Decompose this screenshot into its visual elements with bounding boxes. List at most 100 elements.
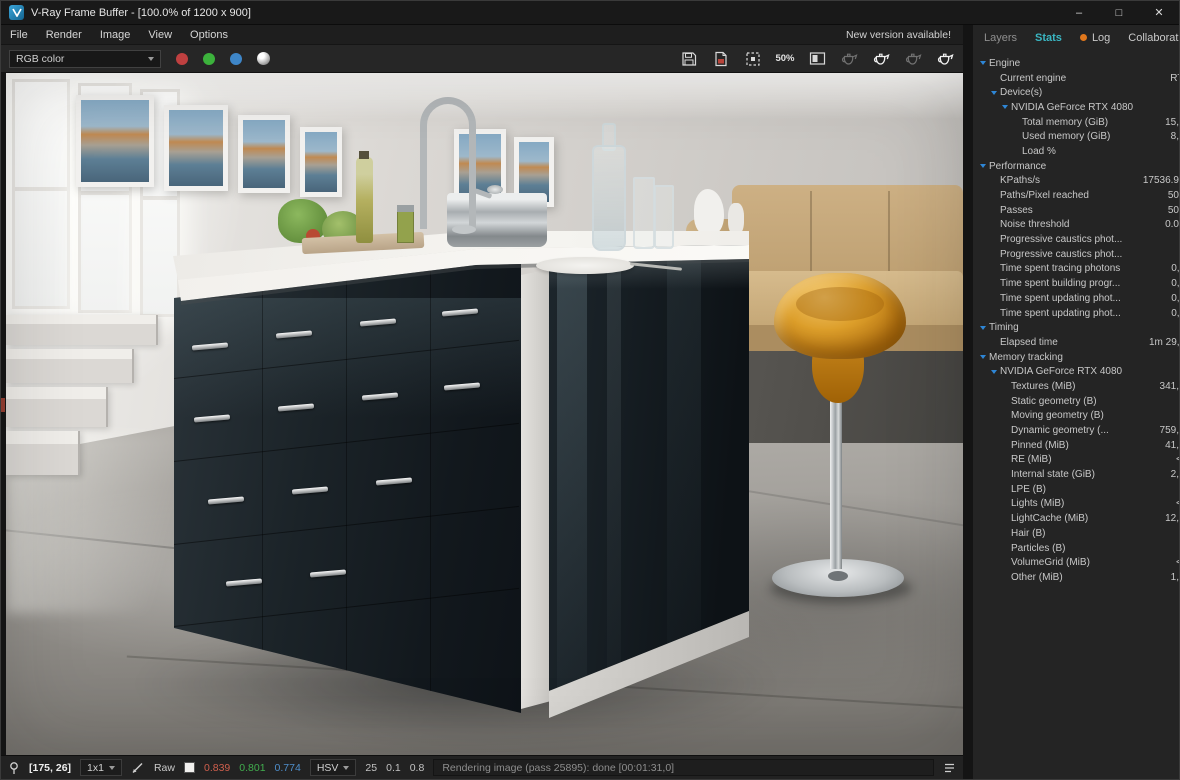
scene-drawer-seam xyxy=(346,258,347,713)
collapse-triangle-icon[interactable] xyxy=(991,369,997,374)
region-render-icon[interactable] xyxy=(743,50,763,68)
collapse-triangle-icon[interactable] xyxy=(980,355,986,360)
collapse-triangle-icon[interactable] xyxy=(980,164,986,169)
tab-log[interactable]: Log xyxy=(1071,25,1119,50)
minimize-button[interactable]: – xyxy=(1059,1,1099,24)
main-area: File Render Image View Options New versi… xyxy=(1,25,1179,779)
stats-row: Pinned (MiB) 41,25 xyxy=(973,438,1179,453)
pixel-coordinates: [175, 26] xyxy=(29,761,72,774)
maximize-button[interactable]: □ xyxy=(1099,1,1139,24)
scene-stair-step xyxy=(6,387,108,427)
stats-group-row[interactable]: Engine xyxy=(973,56,1179,71)
sampled-color-swatch xyxy=(183,762,195,773)
scene-stair-step xyxy=(6,349,134,383)
stats-label: Particles (B) xyxy=(1011,542,1066,554)
clear-image-teapot-icon[interactable] xyxy=(839,50,859,68)
alpha-channel-icon[interactable] xyxy=(257,52,270,65)
start-render-teapot-icon[interactable] xyxy=(935,50,955,68)
stats-label: Memory tracking xyxy=(989,351,1063,363)
render-viewport xyxy=(1,73,963,755)
statusbar: [175, 26] 1x1 Raw 0.839 0.801 0.774 HSV … xyxy=(1,755,963,779)
stats-label: Timing xyxy=(989,322,1019,334)
scene-picture-frame xyxy=(300,127,342,197)
pixel-scale-select[interactable]: 1x1 xyxy=(80,759,122,776)
menu-file[interactable]: File xyxy=(1,29,37,41)
stats-label: Load % xyxy=(1022,145,1056,157)
statusbar-options-icon[interactable] xyxy=(943,762,956,774)
stats-row: Dynamic geometry (... 759,74 xyxy=(973,423,1179,438)
scene-spice-jar xyxy=(397,211,414,243)
stats-value: 15,99 xyxy=(1165,116,1179,128)
collapse-triangle-icon[interactable] xyxy=(1002,105,1008,110)
stats-label: Progressive caustics phot... xyxy=(1000,248,1123,260)
stats-group-row[interactable]: NVIDIA GeForce RTX 4080 xyxy=(973,364,1179,379)
stats-value: 0,0s xyxy=(1171,278,1180,290)
rendered-image-kitchen-scene[interactable] xyxy=(6,73,963,755)
red-channel-icon[interactable] xyxy=(176,52,188,65)
scene-drawer-handle xyxy=(375,477,413,486)
tab-collaboration[interactable]: Collaboration xyxy=(1119,25,1179,50)
menu-view[interactable]: View xyxy=(139,29,181,41)
vray-logo-icon xyxy=(9,5,24,20)
stats-label: Engine xyxy=(989,57,1021,69)
channel-select[interactable]: RGB color xyxy=(9,49,161,68)
scene-cushion-seam xyxy=(888,191,890,275)
scene-window-mullion xyxy=(81,191,129,196)
interactive-render-teapot-icon[interactable] xyxy=(903,50,923,68)
pin-icon[interactable] xyxy=(8,761,20,775)
stats-row: Particles (B)0 xyxy=(973,541,1179,556)
stats-group-row[interactable]: NVIDIA GeForce RTX 4080 xyxy=(973,100,1179,115)
stats-label: Performance xyxy=(989,160,1047,172)
compare-images-icon[interactable] xyxy=(807,50,827,68)
stats-row: Static geometry (B)0 xyxy=(973,394,1179,409)
row-indent xyxy=(973,164,989,169)
color-sampler-icon[interactable] xyxy=(131,761,145,774)
scene-oil-bottle xyxy=(356,157,373,243)
scene-drawer-handle xyxy=(207,496,245,505)
vray-frame-buffer-window: V-Ray Frame Buffer - [100.0% of 1200 x 9… xyxy=(0,0,1180,780)
collapse-triangle-icon[interactable] xyxy=(991,90,997,95)
colorspace-select[interactable]: HSV xyxy=(309,759,357,776)
stats-row: Time spent updating phot... 0,0s xyxy=(973,306,1179,321)
blue-channel-icon[interactable] xyxy=(230,52,242,65)
new-version-notice[interactable]: New version available! xyxy=(846,29,963,41)
stats-label: Other (MiB) xyxy=(1011,571,1063,583)
stats-value: 2,16 xyxy=(1170,469,1179,481)
green-channel-icon[interactable] xyxy=(203,52,215,65)
render-progress-message: Rendering image (pass 25895): done [00:0… xyxy=(433,759,934,776)
stats-label: Time spent updating phot... xyxy=(1000,292,1121,304)
stats-group-row[interactable]: Memory tracking xyxy=(973,350,1179,365)
save-image-icon[interactable] xyxy=(679,50,699,68)
tab-stats[interactable]: Stats xyxy=(1026,25,1071,50)
stats-value: < 1 xyxy=(1176,557,1179,568)
stats-group-row[interactable]: Device(s) xyxy=(973,85,1179,100)
stats-label: Device(s) xyxy=(1000,87,1043,99)
stats-row: Internal state (GiB) 2,16 xyxy=(973,467,1179,482)
half-resolution-label: 50% xyxy=(775,53,795,64)
scene-picture-frame xyxy=(164,105,228,191)
stats-label: Used memory (GiB) xyxy=(1022,131,1111,143)
stats-value: 0.010 xyxy=(1165,219,1179,231)
stats-label: Current engine xyxy=(1000,72,1067,84)
menu-options[interactable]: Options xyxy=(181,29,237,41)
menu-render[interactable]: Render xyxy=(37,29,91,41)
window-title: V-Ray Frame Buffer - [100.0% of 1200 x 9… xyxy=(31,6,251,19)
stats-value: 0,0s xyxy=(1171,263,1180,275)
collapse-triangle-icon[interactable] xyxy=(980,61,986,66)
gutter-marker xyxy=(1,398,5,412)
render-last-teapot-icon[interactable] xyxy=(871,50,891,68)
stats-label: Moving geometry (B) xyxy=(1011,410,1104,422)
close-button[interactable]: ✕ xyxy=(1139,1,1179,24)
scene-stair-step xyxy=(6,431,80,475)
red-value: 0.839 xyxy=(203,761,231,774)
stats-row: Moving geometry (B)0 xyxy=(973,409,1179,424)
collapse-triangle-icon[interactable] xyxy=(980,325,986,330)
half-resolution-icon[interactable]: 50% xyxy=(775,50,795,68)
stats-group-row[interactable]: Timing xyxy=(973,320,1179,335)
stats-label: Dynamic geometry (... xyxy=(1011,425,1109,437)
stats-label: Paths/Pixel reached xyxy=(1000,190,1089,202)
menu-image[interactable]: Image xyxy=(91,29,140,41)
stats-group-row[interactable]: Performance xyxy=(973,159,1179,174)
save-all-channels-icon[interactable] xyxy=(711,50,731,68)
tab-layers[interactable]: Layers xyxy=(975,25,1026,50)
